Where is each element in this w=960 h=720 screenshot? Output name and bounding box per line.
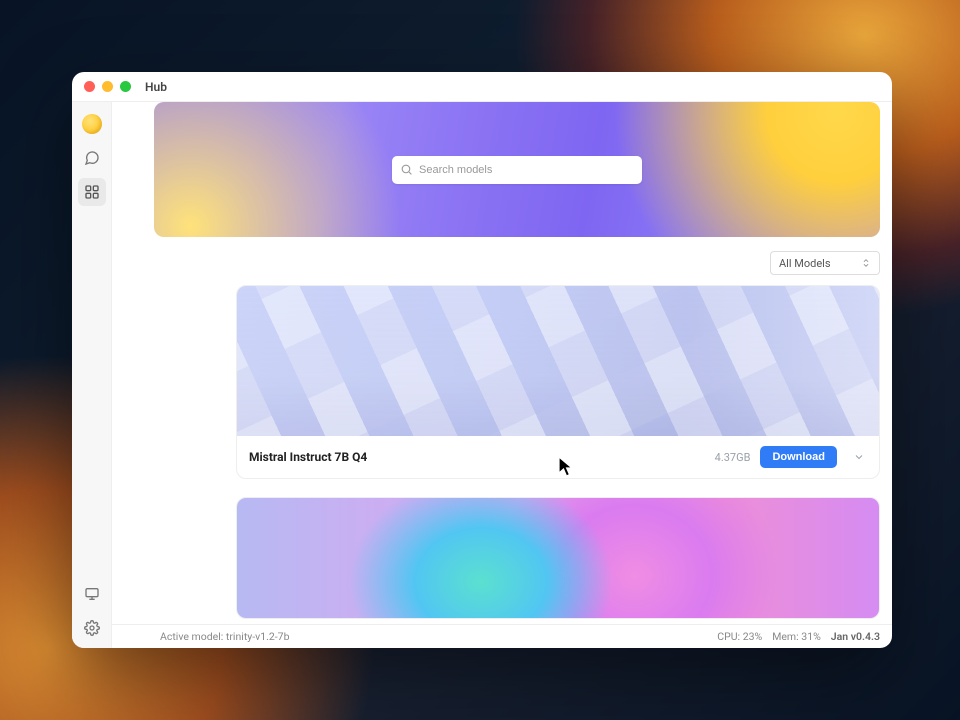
app-version: Jan v0.4.3 — [831, 630, 880, 643]
sidebar-logo[interactable] — [78, 110, 106, 138]
model-card: Mistral Instruct 7B Q4 4.37GB Download — [236, 285, 880, 479]
download-options-button[interactable] — [847, 451, 867, 463]
search-icon — [400, 163, 413, 176]
window-body: All Models Mistral Instruct 7B Q4 — [72, 102, 892, 648]
chevron-down-icon — [853, 451, 865, 463]
content-area: All Models Mistral Instruct 7B Q4 — [112, 102, 892, 624]
sidebar-item-system[interactable] — [78, 580, 106, 608]
sidebar-item-hub[interactable] — [78, 178, 106, 206]
app-logo-icon — [82, 114, 102, 134]
model-card-image — [237, 498, 879, 618]
chevron-up-down-icon — [861, 258, 871, 268]
sidebar — [72, 102, 112, 648]
sidebar-item-settings[interactable] — [78, 614, 106, 642]
chat-icon — [84, 150, 100, 166]
close-window-button[interactable] — [84, 81, 95, 92]
minimize-window-button[interactable] — [102, 81, 113, 92]
mem-status: Mem: 31% — [772, 630, 821, 643]
status-bar: Active model: trinity-v1.2-7b CPU: 23% M… — [112, 624, 892, 648]
filter-label: All Models — [779, 257, 831, 270]
app-window: Hub — [72, 72, 892, 648]
model-card-image — [237, 286, 879, 436]
active-model-status: Active model: trinity-v1.2-7b — [160, 630, 289, 643]
model-card-title: Mistral Instruct 7B Q4 — [249, 450, 367, 464]
model-card — [236, 497, 880, 619]
filter-row: All Models — [154, 251, 880, 275]
maximize-window-button[interactable] — [120, 81, 131, 92]
model-filter-select[interactable]: All Models — [770, 251, 880, 275]
model-card-size: 4.37GB — [715, 451, 751, 464]
sidebar-item-chat[interactable] — [78, 144, 106, 172]
search-input[interactable] — [419, 164, 634, 176]
cpu-status: CPU: 23% — [717, 630, 762, 643]
download-button[interactable]: Download — [760, 446, 837, 468]
window-controls — [84, 81, 131, 92]
gear-icon — [84, 620, 100, 636]
search-box[interactable] — [392, 156, 642, 184]
desktop-wallpaper: Hub — [0, 0, 960, 720]
titlebar: Hub — [72, 72, 892, 102]
main-pane: All Models Mistral Instruct 7B Q4 — [112, 102, 892, 648]
window-title: Hub — [145, 80, 167, 94]
hero-banner — [154, 102, 880, 237]
model-card-meta: Mistral Instruct 7B Q4 4.37GB Download — [237, 436, 879, 478]
grid-icon — [84, 184, 100, 200]
monitor-icon — [84, 586, 100, 602]
